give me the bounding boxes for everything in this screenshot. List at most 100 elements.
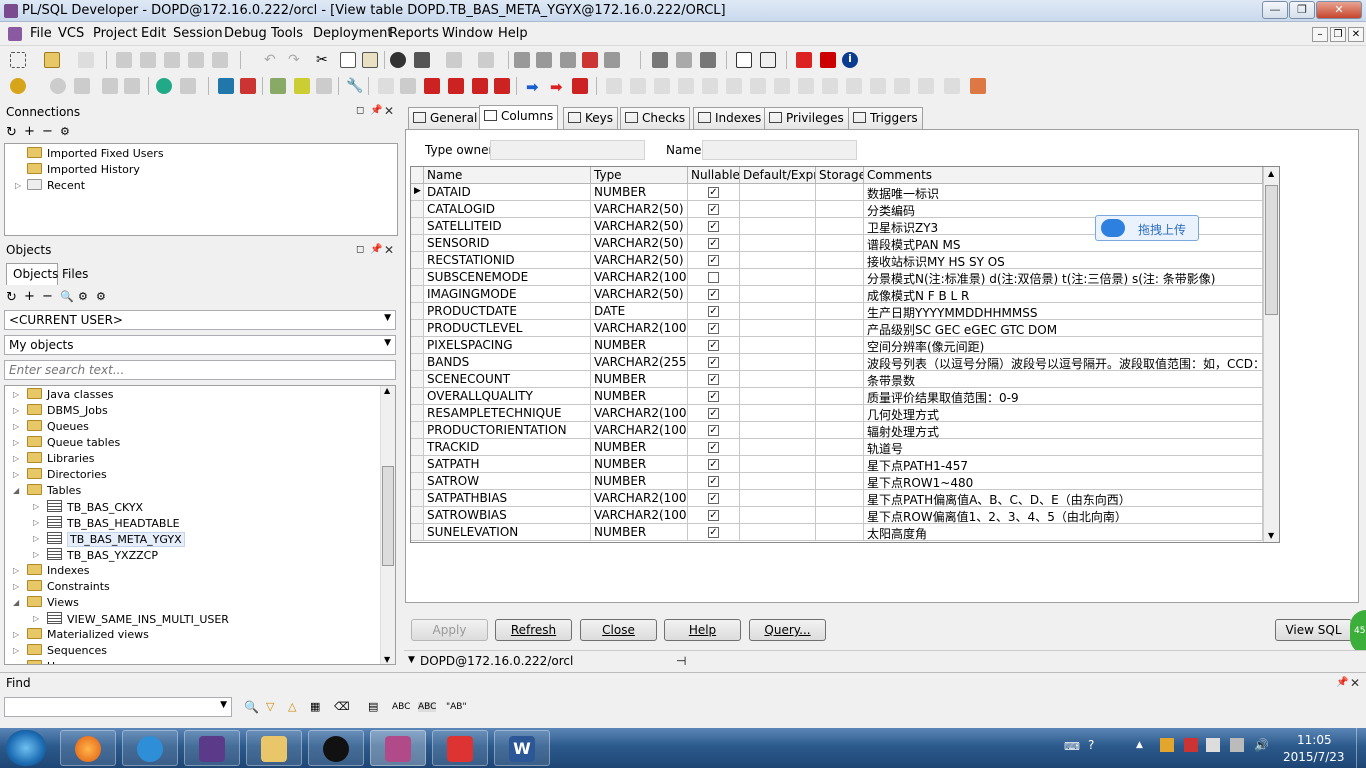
nullable-checkbox[interactable]: ✓: [708, 442, 719, 453]
run-exception-icon[interactable]: [702, 78, 718, 94]
arrow-right-blue-icon[interactable]: ➡: [526, 78, 542, 96]
print-setup-icon[interactable]: [188, 52, 204, 68]
tab-triggers[interactable]: Triggers: [848, 107, 923, 129]
cell-comments[interactable]: 谱段模式PAN MS: [864, 235, 1263, 252]
cell-name[interactable]: TRACKID: [424, 439, 591, 456]
commit-icon[interactable]: [156, 78, 172, 94]
cell-default[interactable]: [740, 388, 816, 405]
menu-tools[interactable]: Tools: [271, 26, 303, 41]
taskbar-javaee[interactable]: [184, 730, 240, 766]
run-to-icon[interactable]: [678, 78, 694, 94]
nullable-checkbox[interactable]: ✓: [708, 527, 719, 538]
cell-storage[interactable]: [816, 252, 864, 269]
print-preview-icon[interactable]: [164, 52, 180, 68]
tree-item[interactable]: TB_BAS_YXZZCP: [47, 548, 158, 562]
expand-icon[interactable]: ▷: [13, 630, 19, 639]
cell-type[interactable]: NUMBER: [591, 473, 688, 490]
tree-item[interactable]: Queue tables: [27, 436, 120, 449]
cell-type[interactable]: VARCHAR2(100): [591, 422, 688, 439]
find-binoculars-icon[interactable]: 🔍: [244, 700, 259, 714]
tray-icon-2[interactable]: [1184, 738, 1198, 752]
show-desktop-button[interactable]: [1356, 728, 1366, 768]
tree-scrollbar[interactable]: ▲ ▼: [380, 386, 395, 664]
arrange-icon[interactable]: [700, 52, 716, 68]
panel-pin-icon[interactable]: 📌: [370, 105, 382, 116]
nullable-checkbox[interactable]: ✓: [708, 476, 719, 487]
expand-icon[interactable]: ▷: [13, 566, 19, 575]
clock-time[interactable]: 11:05: [1297, 733, 1332, 747]
cell-type[interactable]: NUMBER: [591, 388, 688, 405]
nullable-checkbox[interactable]: ✓: [708, 187, 719, 198]
menu-reports[interactable]: Reports: [389, 26, 439, 41]
tree-item[interactable]: Sequences: [27, 644, 107, 657]
cell-storage[interactable]: [816, 456, 864, 473]
panel-close-icon[interactable]: ✕: [384, 243, 394, 257]
cell-default[interactable]: [740, 405, 816, 422]
menu-edit[interactable]: Edit: [141, 26, 166, 41]
nullable-checkbox[interactable]: ✓: [708, 289, 719, 300]
bookmark-next-icon[interactable]: [400, 78, 416, 94]
expand-icon[interactable]: ▷: [33, 550, 39, 559]
row-indicator[interactable]: ▶: [411, 184, 424, 201]
expand-icon[interactable]: ▷: [13, 646, 19, 655]
nullable-checkbox[interactable]: ✓: [708, 408, 719, 419]
cell-nullable[interactable]: ✓: [688, 490, 740, 507]
cell-nullable[interactable]: ✓: [688, 354, 740, 371]
cell-comments[interactable]: 辐射处理方式: [864, 422, 1263, 439]
cell-default[interactable]: [740, 456, 816, 473]
taskbar-qq[interactable]: [308, 730, 364, 766]
cell-storage[interactable]: [816, 422, 864, 439]
table-row[interactable]: PRODUCTDATE DATE ✓ 生产日期YYYYMMDDHHMMSS: [411, 303, 1263, 320]
cell-comments[interactable]: 几何处理方式: [864, 405, 1263, 422]
name-field[interactable]: [702, 140, 857, 160]
tab-privileges[interactable]: Privileges: [764, 107, 849, 129]
menu-project[interactable]: Project: [93, 26, 137, 41]
cell-comments[interactable]: 卫星标识ZY3: [864, 218, 1263, 235]
help-button[interactable]: Help: [664, 619, 741, 641]
cell-name[interactable]: SCENECOUNT: [424, 371, 591, 388]
save-as-icon[interactable]: [212, 52, 228, 68]
cell-name[interactable]: PRODUCTDATE: [424, 303, 591, 320]
cell-nullable[interactable]: ✓: [688, 524, 740, 541]
connect-icon[interactable]: ⚙: [60, 125, 70, 138]
nullable-checkbox[interactable]: [708, 272, 719, 283]
find-icon[interactable]: [390, 52, 406, 68]
row-indicator[interactable]: [411, 320, 424, 337]
cell-storage[interactable]: [816, 524, 864, 541]
expand-icon[interactable]: ▷: [13, 422, 19, 431]
row-indicator[interactable]: [411, 473, 424, 490]
goto-icon[interactable]: [446, 52, 462, 68]
table-row[interactable]: SCENECOUNT NUMBER ✓ 条带景数: [411, 371, 1263, 388]
search-input[interactable]: [4, 360, 396, 380]
table-row[interactable]: ▶ DATAID NUMBER ✓ 数据唯一标识: [411, 184, 1263, 201]
report-icon[interactable]: [294, 78, 310, 94]
window-list-icon[interactable]: [736, 52, 752, 68]
cell-default[interactable]: [740, 320, 816, 337]
expand-icon[interactable]: ▷: [33, 502, 39, 511]
cell-storage[interactable]: [816, 218, 864, 235]
close-button[interactable]: Close: [580, 619, 657, 641]
debug-icon[interactable]: [494, 78, 510, 94]
arrow-right-red-icon[interactable]: ➡: [550, 78, 566, 96]
panel-close-icon[interactable]: ✕: [384, 104, 394, 118]
indent-icon[interactable]: [514, 52, 530, 68]
tray-icon-3[interactable]: [1206, 738, 1220, 752]
col-header-type[interactable]: Type: [591, 167, 688, 184]
tray-expand-icon[interactable]: ▲: [1136, 740, 1143, 750]
cell-nullable[interactable]: ✓: [688, 371, 740, 388]
clock-date[interactable]: 2015/7/23: [1283, 750, 1345, 764]
taskbar-calendar[interactable]: [432, 730, 488, 766]
col-header-comments[interactable]: Comments: [864, 167, 1263, 184]
user-combo[interactable]: <CURRENT USER> ▼: [4, 310, 396, 330]
tab-checks[interactable]: Checks: [620, 107, 691, 129]
oracle-icon[interactable]: [796, 52, 812, 68]
cell-name[interactable]: PRODUCTLEVEL: [424, 320, 591, 337]
cell-storage[interactable]: [816, 303, 864, 320]
refresh-icon[interactable]: ↻: [6, 290, 17, 305]
expand-icon[interactable]: ◢: [13, 486, 19, 495]
cell-type[interactable]: DATE: [591, 303, 688, 320]
start-button[interactable]: [6, 730, 46, 766]
cell-comments[interactable]: 分类编码: [864, 201, 1263, 218]
row-indicator[interactable]: [411, 371, 424, 388]
cell-nullable[interactable]: ✓: [688, 218, 740, 235]
